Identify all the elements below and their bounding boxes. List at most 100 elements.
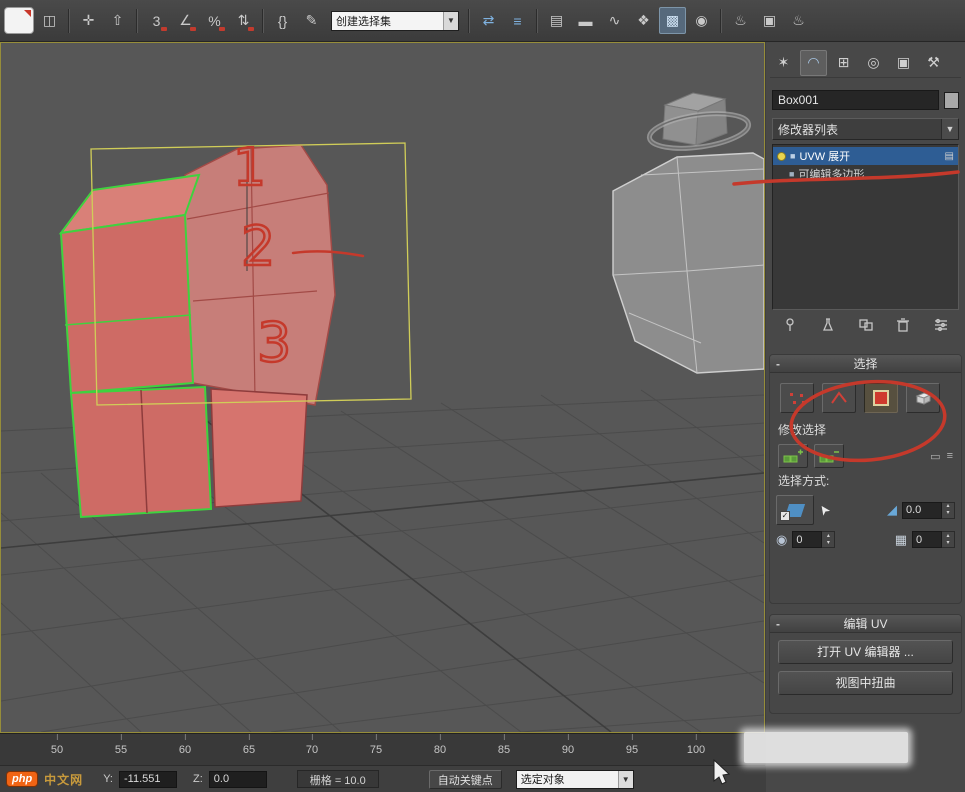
command-panel-tabs: ✶ ◠ ⊞ ◎ ▣ ⚒ [770, 48, 961, 78]
edit-uv-rollout-header[interactable]: - 编辑 UV [770, 615, 961, 633]
stack-scroll-icon[interactable]: ▤ [945, 151, 954, 162]
selection-set-dropdown[interactable]: 创建选择集 ▼ [331, 11, 459, 31]
z-coordinate-field[interactable] [209, 771, 267, 788]
tab-utilities[interactable]: ⚒ [920, 50, 947, 76]
timeline-tick: 90 [562, 744, 574, 756]
element-subobject-button[interactable] [906, 383, 940, 413]
face-subobject-button[interactable] [864, 383, 898, 413]
tab-display[interactable]: ▣ [890, 50, 917, 76]
tab-modify[interactable]: ◠ [800, 50, 827, 76]
open-uv-editor-button[interactable]: 打开 UV 编辑器 ... [778, 640, 953, 664]
distort-in-view-button[interactable]: 视图中扭曲 [778, 671, 953, 695]
key-filter-dropdown[interactable]: 选定对象 ▼ [516, 770, 634, 789]
timeline-tick: 75 [370, 744, 382, 756]
sphere-pick-field[interactable] [792, 531, 822, 548]
modifier-list-dropdown[interactable]: 修改器列表 ▼ [772, 118, 959, 140]
render-setup-icon[interactable]: ♨ [727, 7, 754, 34]
ribbon-toggle-icon[interactable]: ▬ [572, 7, 599, 34]
angle-snap-icon[interactable]: ∠ [172, 7, 199, 34]
layer-manager-icon[interactable]: ▤ [543, 7, 570, 34]
schematic-view-icon[interactable]: ❖ [630, 7, 657, 34]
spinner-arrows[interactable]: ▴▾ [942, 531, 955, 548]
timeline-track-bar[interactable]: 50 55 60 65 70 75 80 85 90 95 100 [0, 733, 765, 765]
angle-threshold-field[interactable] [902, 502, 942, 519]
perspective-viewport[interactable]: 1 2 3 [0, 42, 765, 733]
red-box-mesh[interactable] [61, 145, 335, 517]
planar-angle-checkbox[interactable]: ✓ [780, 511, 790, 521]
tab-motion[interactable]: ◎ [860, 50, 887, 76]
face-icon [873, 390, 889, 406]
z-coordinate-label: Z: [193, 773, 203, 785]
object-name-field[interactable] [772, 90, 939, 110]
modify-selection-row: ▭ ≡ [770, 440, 961, 470]
gray-box-wireframe[interactable] [613, 153, 764, 373]
select-and-move-icon[interactable]: ✛ [75, 7, 102, 34]
selection-region-icon[interactable] [4, 7, 34, 34]
vertex-subobject-button[interactable] [780, 383, 814, 413]
material-editor-icon[interactable]: ◉ [688, 7, 715, 34]
spinner-snap-icon[interactable]: ⇅ [230, 7, 257, 34]
remove-modifier-button[interactable] [891, 315, 915, 335]
window-crossing-icon[interactable]: ◫ [36, 7, 63, 34]
y-coordinate-label: Y: [103, 773, 113, 785]
percent-snap-icon[interactable]: % [201, 7, 228, 34]
rendered-frame-window-icon[interactable]: ▣ [756, 7, 783, 34]
select-by-label: 选择方式: [770, 470, 961, 491]
element-icon [914, 390, 932, 406]
spin-down-icon: ▾ [946, 510, 949, 517]
chevron-down-icon[interactable]: ▼ [941, 119, 958, 139]
select-and-place-icon[interactable]: ⇧ [104, 7, 131, 34]
show-end-result-button[interactable] [816, 315, 840, 335]
chevron-down-icon[interactable]: ▼ [618, 771, 633, 788]
loop-selection-icon[interactable]: ≡ [947, 450, 953, 462]
spinner-arrows[interactable]: ▴▾ [822, 531, 835, 548]
toolbar-separator [536, 9, 538, 33]
toolbar-separator [136, 9, 138, 33]
edge-subobject-button[interactable] [822, 383, 856, 413]
shrink-selection-button[interactable] [814, 444, 844, 468]
named-selection-sets-icon[interactable]: {} [269, 7, 296, 34]
mirror-icon[interactable]: ⇄ [475, 7, 502, 34]
align-icon[interactable]: ≡ [504, 7, 531, 34]
make-unique-button[interactable] [854, 315, 878, 335]
render-production-icon[interactable]: ♨ [785, 7, 812, 34]
modifier-icon: ■ [790, 151, 795, 161]
utilities-icon: ⚒ [927, 54, 940, 71]
stack-item-uvw-unwrap[interactable]: ■ UVW 展开 ▤ [773, 147, 958, 165]
motion-icon: ◎ [867, 54, 879, 71]
object-color-swatch[interactable] [944, 92, 959, 109]
toolbar-separator [720, 9, 722, 33]
grid-pick-field[interactable] [912, 531, 942, 548]
grid-pick-icon[interactable]: ▦ [895, 532, 907, 548]
grid-size-readout: 栅格 = 10.0 [297, 770, 379, 788]
modifier-stack: ■ UVW 展开 ▤ ■ 可编辑多边形 [772, 144, 959, 310]
configure-modifier-sets-button[interactable] [929, 315, 953, 335]
chevron-down-icon[interactable]: ▼ [443, 12, 458, 30]
grow-selection-button[interactable] [778, 444, 808, 468]
spinner-arrows[interactable]: ▴▾ [942, 502, 955, 519]
edit-selection-set-icon[interactable]: ✎ [298, 7, 325, 34]
snap-toggle-3d-icon[interactable]: 3 [143, 7, 170, 34]
site-watermark-logo: php [6, 771, 38, 787]
select-by-planar-angle-button[interactable]: ✓ [776, 495, 814, 525]
timeline-tick: 95 [626, 744, 638, 756]
curve-editor-icon[interactable]: ∿ [601, 7, 628, 34]
modifier-enable-bulb-icon[interactable] [777, 152, 786, 161]
selection-rollout: - 选择 修改选择 [769, 354, 962, 604]
ring-selection-icon[interactable]: ▭ [930, 450, 940, 463]
modify-selection-label: 修改选择 [770, 419, 961, 440]
sphere-pick-icon[interactable]: ◉ [776, 532, 787, 548]
collapse-icon[interactable]: - [770, 617, 786, 631]
annotation-number-2: 2 [241, 215, 275, 278]
tab-create[interactable]: ✶ [770, 50, 797, 76]
y-coordinate-field[interactable] [119, 771, 177, 788]
slate-material-editor-icon[interactable]: ▩ [659, 7, 686, 34]
selection-rollout-header[interactable]: - 选择 [770, 355, 961, 373]
pin-stack-button[interactable] [778, 315, 802, 335]
timeline-tick: 50 [51, 744, 63, 756]
tab-hierarchy[interactable]: ⊞ [830, 50, 857, 76]
timeline-tick: 60 [179, 744, 191, 756]
auto-key-button[interactable]: 自动关键点 [429, 770, 502, 789]
collapse-icon[interactable]: - [770, 357, 786, 371]
stack-item-editable-poly[interactable]: ■ 可编辑多边形 [773, 165, 958, 183]
